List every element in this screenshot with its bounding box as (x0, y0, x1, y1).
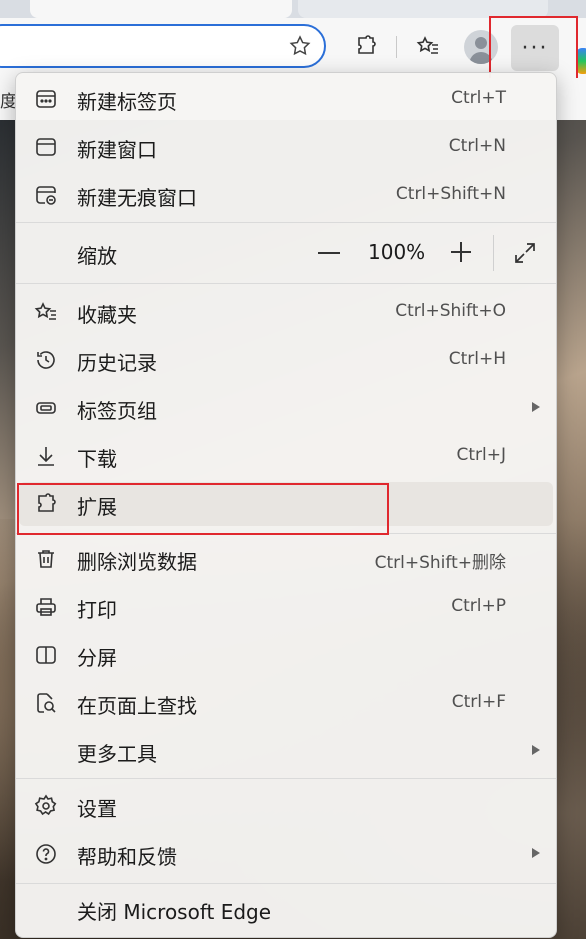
menu-item-shortcut: Ctrl+J (456, 445, 506, 465)
submenu-arrow-icon (532, 402, 540, 412)
fullscreen-icon[interactable] (513, 241, 537, 265)
menu-item-new-tab[interactable]: 新建标签页 Ctrl+T (16, 77, 556, 121)
menu-item-label: 收藏夹 (77, 303, 137, 327)
menu-item-history[interactable]: 历史记录 Ctrl+H (16, 338, 556, 382)
menu-item-label: 下载 (77, 447, 117, 471)
menu-item-label: 帮助和反馈 (77, 845, 177, 869)
new-tab-icon (34, 87, 58, 111)
menu-item-print[interactable]: 打印 Ctrl+P (16, 585, 556, 629)
inprivate-window-icon (34, 183, 58, 207)
menu-item-shortcut: Ctrl+F (451, 692, 506, 712)
menu-item-label: 分屏 (77, 646, 117, 670)
zoom-in-button[interactable] (450, 241, 472, 263)
gear-icon (34, 794, 58, 818)
zoom-out-button[interactable] (318, 252, 340, 254)
menu-item-split-screen[interactable]: 分屏 (16, 633, 556, 677)
favorites-list-icon[interactable] (410, 28, 446, 64)
help-icon (34, 842, 58, 866)
menu-item-label: 在页面上查找 (77, 694, 197, 718)
menu-divider (16, 283, 556, 284)
active-tab[interactable] (30, 0, 292, 18)
favorites-icon (34, 300, 58, 324)
menu-item-new-window[interactable]: 新建窗口 Ctrl+N (16, 125, 556, 169)
menu-item-clear-browsing-data[interactable]: 删除浏览数据 Ctrl+Shift+删除 (16, 537, 556, 581)
menu-item-help-feedback[interactable]: 帮助和反馈 (16, 832, 556, 876)
menu-divider (16, 883, 556, 884)
menu-item-inprivate-window[interactable]: 新建无痕窗口 Ctrl+Shift+N (16, 173, 556, 217)
menu-divider (16, 222, 556, 223)
menu-item-label: 删除浏览数据 (77, 550, 197, 574)
menu-item-shortcut: Ctrl+N (448, 136, 506, 156)
menu-item-label: 标签页组 (77, 399, 157, 423)
extensions-icon[interactable] (348, 28, 384, 64)
menu-item-label: 新建窗口 (77, 138, 157, 162)
address-bar[interactable] (0, 24, 326, 68)
submenu-arrow-icon (532, 848, 540, 858)
zoom-separator (493, 235, 494, 271)
highlight-extensions (17, 483, 389, 535)
menu-item-label: 新建无痕窗口 (77, 186, 197, 210)
menu-item-label: 历史记录 (77, 351, 157, 375)
menu-item-label: 缩放 (77, 244, 117, 268)
menu-item-shortcut: Ctrl+Shift+O (395, 301, 506, 321)
menu-item-label: 打印 (77, 598, 117, 622)
menu-divider (16, 778, 556, 779)
history-icon (34, 348, 58, 372)
menu-item-label: 更多工具 (77, 742, 157, 766)
menu-item-label: 设置 (77, 797, 117, 821)
menu-item-more-tools[interactable]: 更多工具 (16, 729, 556, 773)
menu-item-shortcut: Ctrl+H (448, 349, 506, 369)
find-on-page-icon (34, 691, 58, 715)
new-window-icon (34, 135, 58, 159)
menu-item-shortcut: Ctrl+T (451, 88, 506, 108)
menu-item-label: 新建标签页 (77, 90, 177, 114)
trash-icon (34, 547, 58, 571)
menu-item-tab-groups[interactable]: 标签页组 (16, 386, 556, 430)
menu-item-shortcut: Ctrl+P (451, 596, 506, 616)
printer-icon (34, 595, 58, 619)
split-screen-icon (34, 643, 58, 667)
toolbar-separator (396, 36, 397, 58)
tab-groups-icon (34, 396, 58, 420)
menu-item-downloads[interactable]: 下载 Ctrl+J (16, 434, 556, 478)
menu-item-find-on-page[interactable]: 在页面上查找 Ctrl+F (16, 681, 556, 725)
download-icon (34, 444, 58, 468)
menu-item-close-edge[interactable]: 关闭 Microsoft Edge (16, 887, 556, 931)
menu-item-shortcut: Ctrl+Shift+N (395, 184, 506, 204)
favorite-star-icon[interactable] (288, 34, 312, 58)
menu-item-settings[interactable]: 设置 (16, 784, 556, 828)
menu-item-favorites[interactable]: 收藏夹 Ctrl+Shift+O (16, 290, 556, 334)
menu-item-label: 关闭 Microsoft Edge (77, 900, 272, 924)
submenu-arrow-icon (532, 745, 540, 755)
menu-item-zoom: 缩放 100% (16, 231, 556, 275)
zoom-level: 100% (368, 240, 426, 264)
menu-item-shortcut: Ctrl+Shift+删除 (374, 553, 506, 573)
